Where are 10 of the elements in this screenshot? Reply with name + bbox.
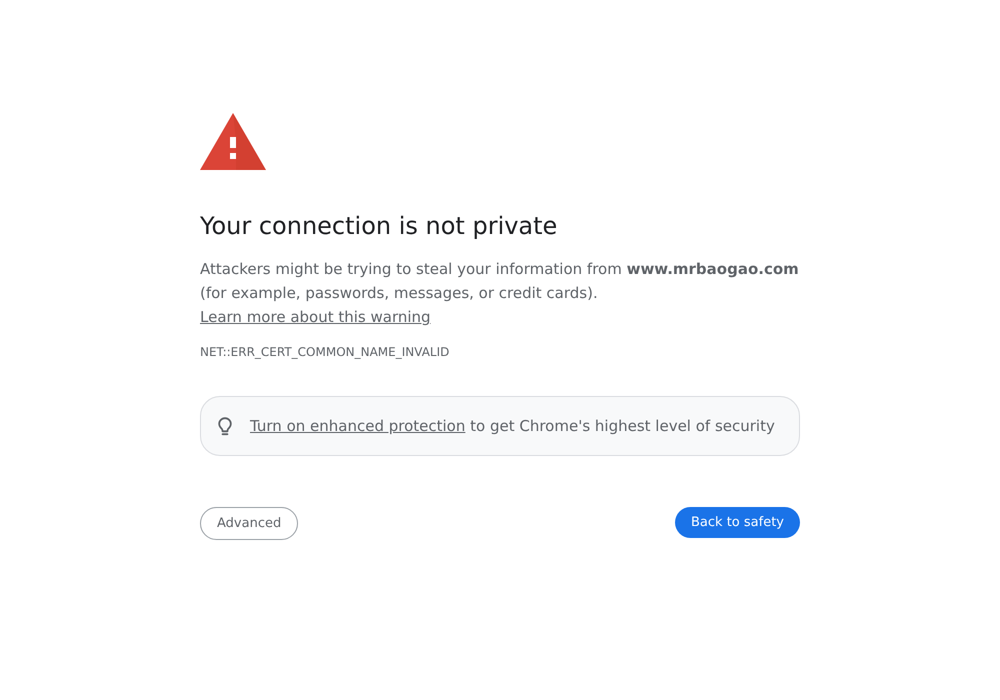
warning-message: Attackers might be trying to steal your information from www.mrbaogao.com (for example, passwords, messages, or credit cards). Learn more about this warning	[200, 259, 800, 328]
protection-message: Turn on enhanced protection to get Chrome's highest level of security	[250, 416, 775, 437]
page-heading: Your connection is not private	[200, 211, 558, 242]
error-code: NET::ERR_CERT_COMMON_NAME_INVALID	[200, 344, 450, 360]
enhanced-protection-link[interactable]: Turn on enhanced protection	[250, 417, 466, 435]
warning-triangle-icon	[200, 113, 266, 170]
learn-more-link[interactable]: Learn more about this warning	[200, 308, 431, 326]
lightbulb-icon	[218, 416, 232, 436]
back-to-safety-button[interactable]: Back to safety	[675, 507, 800, 538]
advanced-button[interactable]: Advanced	[200, 507, 298, 540]
